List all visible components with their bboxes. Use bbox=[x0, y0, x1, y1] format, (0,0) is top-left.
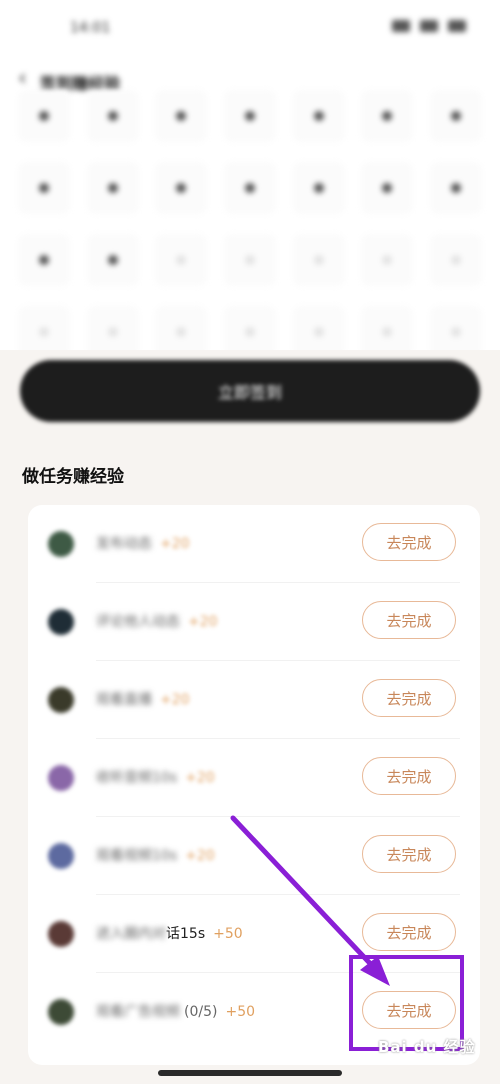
calendar-day bbox=[429, 234, 482, 286]
battery-icon bbox=[448, 20, 466, 32]
task-icon bbox=[48, 999, 74, 1025]
calendar-day bbox=[18, 162, 70, 214]
task-reward: +20 bbox=[185, 770, 215, 786]
calendar-row bbox=[18, 306, 482, 350]
calendar-day bbox=[223, 234, 276, 286]
calendar-day bbox=[429, 90, 482, 142]
task-name: 收听音频10s bbox=[96, 770, 178, 786]
task-name: 观看视频10s bbox=[96, 848, 178, 864]
calendar-day bbox=[155, 306, 208, 350]
calendar-day bbox=[155, 234, 208, 286]
status-bar: 14:01 bbox=[0, 0, 500, 56]
calendar-day bbox=[292, 234, 345, 286]
task-icon bbox=[48, 531, 74, 557]
task-icon bbox=[48, 609, 74, 635]
calendar-day bbox=[18, 306, 70, 350]
task-name: 观看广告视频 bbox=[96, 1004, 180, 1020]
calendar-row bbox=[18, 90, 482, 142]
status-icons bbox=[392, 20, 466, 32]
task-row: 评论他人动态 +20 去完成 bbox=[28, 583, 480, 661]
calendar-day bbox=[223, 306, 276, 350]
task-label: 观看直播 +20 bbox=[96, 689, 190, 709]
calendar-day bbox=[86, 234, 139, 286]
task-icon bbox=[48, 687, 74, 713]
calendar-day bbox=[292, 306, 345, 350]
task-label: 观看广告视频 (0/5) +50 bbox=[96, 1001, 255, 1021]
go-complete-button[interactable]: 去完成 bbox=[362, 835, 456, 873]
task-reward: +20 bbox=[160, 536, 190, 552]
calendar-day bbox=[292, 162, 345, 214]
signin-button[interactable]: 立即签到 bbox=[20, 360, 480, 422]
back-chevron-icon[interactable]: ‹ bbox=[18, 66, 27, 91]
task-name: 观看直播 bbox=[96, 692, 152, 708]
calendar-day bbox=[361, 306, 414, 350]
calendar-day bbox=[429, 306, 482, 350]
calendar-day bbox=[223, 162, 276, 214]
task-row: 观看直播 +20 去完成 bbox=[28, 661, 480, 739]
calendar-day bbox=[86, 90, 139, 142]
task-reward: +20 bbox=[185, 848, 215, 864]
calendar-day bbox=[18, 234, 70, 286]
calendar-day bbox=[155, 90, 208, 142]
go-complete-button[interactable]: 去完成 bbox=[362, 757, 456, 795]
calendar-day bbox=[361, 234, 414, 286]
task-reward: +20 bbox=[188, 614, 218, 630]
calendar-day bbox=[86, 306, 139, 350]
task-reward: +50 bbox=[213, 926, 243, 942]
signal-icon bbox=[392, 20, 410, 32]
checkin-calendar bbox=[18, 90, 482, 350]
task-label: 观看视频10s +20 bbox=[96, 845, 215, 865]
task-row: 收听音频10s +20 去完成 bbox=[28, 739, 480, 817]
task-row: 观看视频10s +20 去完成 bbox=[28, 817, 480, 895]
checkin-panel: 14:01 ‹ 签到赚经验 bbox=[0, 0, 500, 350]
calendar-day bbox=[86, 162, 139, 214]
task-icon bbox=[48, 765, 74, 791]
task-name-visible: 话15s bbox=[166, 926, 206, 942]
calendar-day bbox=[18, 90, 70, 142]
calendar-day bbox=[429, 162, 482, 214]
baidu-jingyan-watermark: Bai du 经验 bbox=[378, 1038, 476, 1056]
task-name: 评论他人动态 bbox=[96, 614, 180, 630]
status-time: 14:01 bbox=[70, 20, 111, 36]
calendar-day bbox=[292, 90, 345, 142]
task-label: 发布动态 +20 bbox=[96, 533, 190, 553]
calendar-day bbox=[223, 90, 276, 142]
calendar-row bbox=[18, 234, 482, 286]
go-complete-button[interactable]: 去完成 bbox=[362, 601, 456, 639]
task-row: 发布动态 +20 去完成 bbox=[28, 505, 480, 583]
calendar-row bbox=[18, 162, 482, 214]
go-complete-button[interactable]: 去完成 bbox=[362, 523, 456, 561]
calendar-day bbox=[361, 162, 414, 214]
task-progress: (0/5) bbox=[184, 1004, 218, 1020]
home-indicator bbox=[158, 1070, 342, 1076]
task-name: 进入圈内对 bbox=[96, 926, 166, 942]
task-label: 进入圈内对话15s +50 bbox=[96, 923, 243, 943]
task-name: 发布动态 bbox=[96, 536, 152, 552]
calendar-day bbox=[361, 90, 414, 142]
task-icon bbox=[48, 921, 74, 947]
wifi-icon bbox=[420, 20, 438, 32]
task-reward: +50 bbox=[225, 1004, 256, 1020]
go-complete-button[interactable]: 去完成 bbox=[362, 679, 456, 717]
task-icon bbox=[48, 843, 74, 869]
task-label: 评论他人动态 +20 bbox=[96, 611, 218, 631]
task-label: 收听音频10s +20 bbox=[96, 767, 215, 787]
calendar-day bbox=[155, 162, 208, 214]
go-complete-button[interactable]: 去完成 bbox=[362, 913, 456, 951]
section-title: 做任务赚经验 bbox=[22, 467, 124, 487]
task-reward: +20 bbox=[160, 692, 190, 708]
